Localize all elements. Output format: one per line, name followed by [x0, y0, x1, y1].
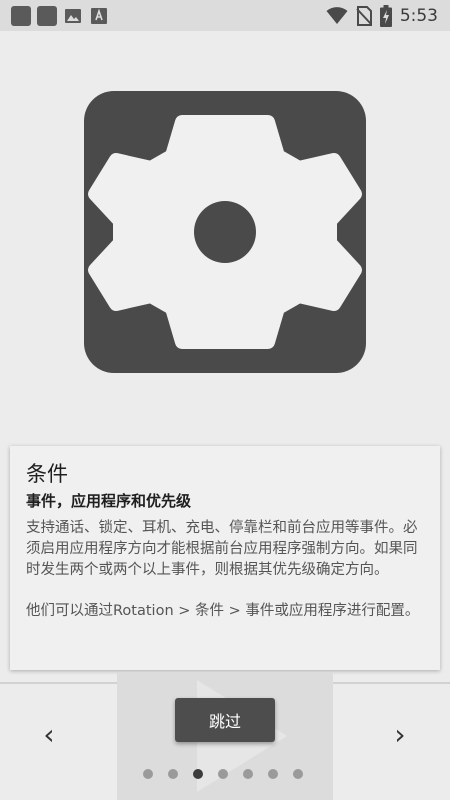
- gear-icon: [88, 115, 362, 349]
- text-a-icon: [91, 7, 107, 24]
- battery-charging-icon: [379, 4, 392, 27]
- notification-icons: [0, 5, 109, 26]
- clock: 5:53: [399, 5, 438, 26]
- page-indicator: [143, 769, 303, 779]
- card-paragraph: 他们可以通过Rotation > 条件 > 事件或应用程序进行配置。: [26, 603, 420, 619]
- card-body: 支持通话、锁定、耳机、充电、停靠栏和前台应用等事件。必须启用应用程序方向才能根据…: [26, 518, 424, 622]
- app-square-icon: [37, 5, 57, 26]
- card-paragraph: 支持通话、锁定、耳机、充电、停靠栏和前台应用等事件。必须启用应用程序方向才能根据…: [26, 520, 418, 578]
- page-dot[interactable]: [268, 769, 278, 779]
- page-dot[interactable]: [143, 769, 153, 779]
- page-dot[interactable]: [293, 769, 303, 779]
- image-icon: [65, 8, 81, 23]
- card-title: 条件: [26, 462, 68, 486]
- page-dot[interactable]: [168, 769, 178, 779]
- status-bar: 5:53: [0, 0, 450, 31]
- page-dot[interactable]: [218, 769, 228, 779]
- system-icons: 5:53: [326, 0, 438, 31]
- hero-illustration: [84, 91, 366, 373]
- page-dot[interactable]: [243, 769, 253, 779]
- previous-button[interactable]: ‹: [33, 718, 65, 751]
- page-dot[interactable]: [193, 769, 203, 779]
- no-sim-icon: [356, 5, 372, 26]
- card-subtitle: 事件，应用程序和优先级: [26, 492, 192, 510]
- skip-button[interactable]: 跳过: [175, 698, 275, 742]
- wifi-icon: [326, 6, 348, 24]
- info-card: 条件 事件，应用程序和优先级 支持通话、锁定、耳机、充电、停靠栏和前台应用等事件…: [10, 446, 440, 670]
- next-button[interactable]: ›: [384, 718, 416, 751]
- app-square-icon: [11, 5, 31, 26]
